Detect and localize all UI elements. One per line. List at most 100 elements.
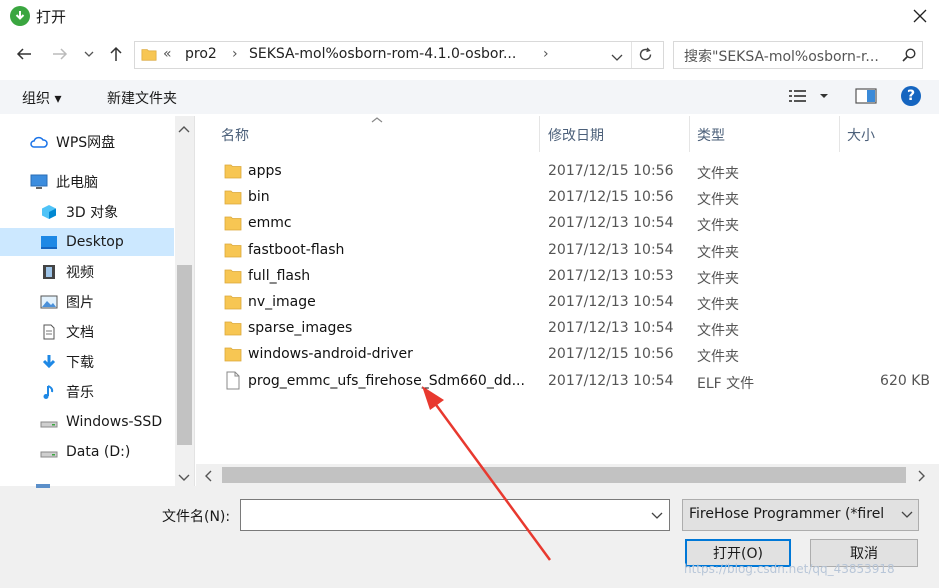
help-icon: ? bbox=[906, 88, 916, 104]
file-modified-date: 2017/12/13 10:53 bbox=[548, 267, 674, 284]
folder-icon bbox=[224, 321, 242, 336]
file-size: 620 KB bbox=[880, 372, 930, 389]
sidebar-item-wps[interactable]: WPS网盘 bbox=[0, 128, 174, 156]
sidebar-item-label: WPS网盘 bbox=[56, 135, 116, 151]
column-header-type[interactable]: 类型 bbox=[697, 125, 725, 145]
breadcrumb-separator[interactable]: › bbox=[232, 46, 238, 62]
drive-icon bbox=[40, 444, 58, 460]
sidebar-item-[interactable]: 此电脑 bbox=[0, 168, 174, 196]
back-button[interactable] bbox=[14, 44, 34, 64]
sidebar-item-label: 音乐 bbox=[66, 385, 94, 401]
table-row[interactable]: apps 2017/12/15 10:56 文件夹 bbox=[196, 159, 939, 185]
computer-icon bbox=[30, 174, 48, 190]
table-row[interactable]: nv_image 2017/12/13 10:54 文件夹 bbox=[196, 290, 939, 316]
recent-locations-button[interactable] bbox=[82, 44, 96, 64]
sidebar-item-data-d[interactable]: Data (D:) bbox=[0, 438, 174, 466]
file-name: full_flash bbox=[248, 267, 311, 284]
breadcrumb-current-folder[interactable]: SEKSA-mol%osborn-rom-4.1.0-osbor... bbox=[249, 46, 516, 62]
sidebar-item-label: 文档 bbox=[66, 325, 94, 341]
chevron-down-icon bbox=[611, 54, 623, 61]
cube-3d-icon bbox=[40, 204, 58, 220]
organize-button[interactable]: 组织 ▾ bbox=[22, 88, 61, 108]
address-history-dropdown[interactable] bbox=[611, 50, 623, 66]
sidebar-item-3d[interactable]: 3D 对象 bbox=[0, 198, 174, 226]
preview-pane-icon bbox=[855, 88, 877, 104]
search-placeholder: 搜索"SEKSA-mol%osborn-r... bbox=[684, 49, 879, 65]
folder-icon bbox=[224, 269, 242, 284]
close-button[interactable] bbox=[903, 2, 937, 30]
forward-button[interactable] bbox=[50, 44, 70, 64]
scroll-down-button[interactable] bbox=[178, 470, 190, 486]
breadcrumb-overflow[interactable]: « bbox=[163, 46, 172, 62]
file-type: 文件夹 bbox=[697, 244, 739, 261]
document-icon bbox=[40, 324, 58, 340]
breadcrumb-separator[interactable]: › bbox=[543, 46, 549, 62]
file-type: 文件夹 bbox=[697, 349, 739, 366]
sidebar-item-[interactable]: 视频 bbox=[0, 258, 174, 286]
file-type: 文件夹 bbox=[697, 166, 739, 182]
sidebar-item-[interactable]: 下载 bbox=[0, 348, 174, 376]
file-modified-date: 2017/12/13 10:54 bbox=[548, 320, 674, 337]
up-button[interactable] bbox=[106, 44, 126, 64]
sidebar-item-[interactable]: 图片 bbox=[0, 288, 174, 316]
table-row[interactable]: sparse_images 2017/12/13 10:54 文件夹 bbox=[196, 316, 939, 342]
column-divider[interactable] bbox=[689, 116, 690, 152]
scrollbar-thumb[interactable] bbox=[177, 265, 192, 445]
new-folder-button[interactable]: 新建文件夹 bbox=[107, 88, 177, 108]
window-title: 打开 bbox=[36, 8, 67, 26]
file-type: 文件夹 bbox=[697, 323, 739, 340]
preview-pane-button[interactable] bbox=[855, 88, 877, 108]
sidebar-item-label: 图片 bbox=[66, 295, 94, 311]
folder-icon bbox=[141, 49, 157, 61]
file-modified-date: 2017/12/13 10:54 bbox=[548, 241, 674, 258]
file-type: 文件夹 bbox=[697, 192, 739, 209]
chevron-down-icon bbox=[901, 511, 913, 518]
file-name: windows-android-driver bbox=[248, 346, 413, 363]
scroll-left-button[interactable] bbox=[204, 470, 212, 486]
sidebar-item-desktop[interactable]: Desktop bbox=[0, 228, 174, 256]
folder-icon bbox=[224, 295, 242, 310]
file-modified-date: 2017/12/13 10:54 bbox=[548, 215, 674, 232]
chevron-down-icon bbox=[84, 51, 94, 57]
help-button[interactable]: ? bbox=[901, 86, 921, 106]
sidebar-item-label: 此电脑 bbox=[56, 175, 98, 191]
column-header-size[interactable]: 大小 bbox=[847, 125, 875, 145]
sidebar-item-windows-ssd[interactable]: Windows-SSD bbox=[0, 408, 174, 436]
table-row[interactable]: full_flash 2017/12/13 10:53 文件夹 bbox=[196, 264, 939, 290]
column-divider[interactable] bbox=[839, 116, 840, 152]
video-icon bbox=[40, 264, 58, 280]
sidebar-item-label: 下载 bbox=[66, 355, 94, 371]
column-header-date[interactable]: 修改日期 bbox=[548, 125, 604, 145]
change-view-button[interactable] bbox=[788, 88, 830, 108]
watermark: https://blog.csdn.net/qq_43853918 bbox=[684, 562, 895, 576]
folder-icon bbox=[224, 216, 242, 231]
sidebar-item-label: Desktop bbox=[66, 234, 124, 250]
filename-label: 文件名(N): bbox=[162, 509, 231, 525]
address-bar[interactable]: « pro2 › SEKSA-mol%osborn-rom-4.1.0-osbo… bbox=[134, 41, 664, 69]
chevron-down-icon[interactable] bbox=[651, 512, 663, 520]
sidebar-item-label: Windows-SSD bbox=[66, 414, 163, 430]
search-input[interactable]: 搜索"SEKSA-mol%osborn-r... bbox=[673, 41, 923, 69]
cloud-icon bbox=[30, 134, 48, 150]
table-row[interactable]: fastboot-flash 2017/12/13 10:54 文件夹 bbox=[196, 238, 939, 264]
refresh-button[interactable] bbox=[638, 47, 653, 66]
file-modified-date: 2017/12/15 10:56 bbox=[548, 163, 674, 179]
file-type-filter-select[interactable]: FireHose Programmer (*firel bbox=[682, 499, 919, 531]
search-icon bbox=[902, 48, 916, 62]
file-type-filter-value: FireHose Programmer (*firel bbox=[689, 506, 885, 522]
scroll-right-button[interactable] bbox=[918, 470, 926, 486]
divider bbox=[631, 42, 632, 68]
forward-arrow-icon bbox=[53, 48, 68, 60]
file-modified-date: 2017/12/15 10:56 bbox=[548, 189, 674, 206]
sidebar-item-[interactable]: 文档 bbox=[0, 318, 174, 346]
scroll-up-button[interactable] bbox=[178, 121, 190, 137]
table-row[interactable]: bin 2017/12/15 10:56 文件夹 bbox=[196, 185, 939, 211]
chevron-down-icon bbox=[178, 474, 190, 481]
sidebar-item-[interactable]: 音乐 bbox=[0, 378, 174, 406]
sidebar-item-label: 3D 对象 bbox=[66, 205, 119, 221]
column-divider[interactable] bbox=[539, 116, 540, 152]
column-header-name[interactable]: 名称 bbox=[221, 125, 249, 145]
breadcrumb-pro2[interactable]: pro2 bbox=[185, 46, 217, 62]
table-row[interactable]: emmc 2017/12/13 10:54 文件夹 bbox=[196, 211, 939, 237]
table-row[interactable]: windows-android-driver 2017/12/15 10:56 文件… bbox=[196, 342, 939, 368]
